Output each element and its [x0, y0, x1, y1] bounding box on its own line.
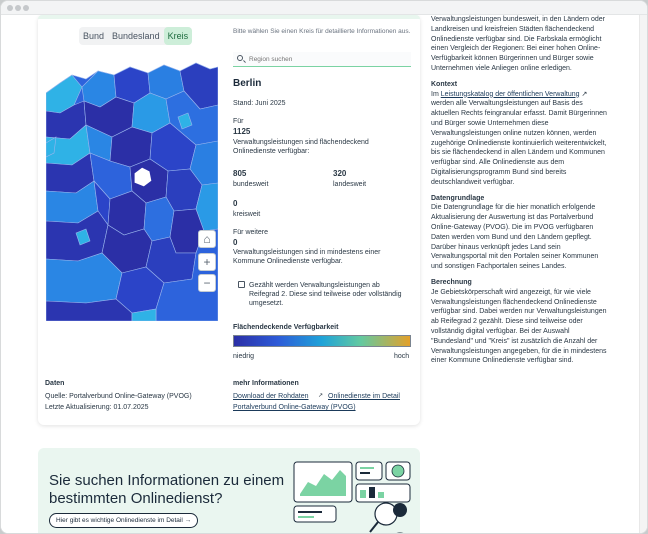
total-value: 1125: [233, 127, 251, 136]
legend-title: Flächendeckende Verfügbarkeit: [233, 324, 339, 331]
tab-bundesland[interactable]: Bundesland: [108, 27, 164, 45]
daten-updated: Letzte Aktualisierung: 01.07.2025: [45, 404, 149, 411]
download-rohdaten-link[interactable]: Download der Rohdaten: [233, 391, 309, 402]
landesweit-value: 320: [333, 169, 347, 178]
color-scale: [233, 335, 411, 347]
card-top-accent: [38, 15, 420, 19]
onlinedienste-detail-link[interactable]: Onlinedienste im Detail: [328, 391, 400, 402]
intro-text: Verwaltungsleistungen bundesweit, in den…: [431, 16, 605, 72]
minus-icon: −: [203, 276, 211, 290]
region-stand: Stand: Juni 2025: [233, 100, 286, 107]
map-card: Bund Bundesland Kreis ⌂ + − Bitte wählen…: [38, 15, 420, 425]
promo-title: Sie suchen Informationen zu einem bestim…: [49, 472, 285, 507]
window-dot-icon[interactable]: [23, 5, 29, 11]
daten-title: Daten: [45, 380, 65, 387]
select-hint: Bitte wählen Sie einen Kreis für detaill…: [233, 28, 411, 35]
datengrundlage-text: Die Datengrundlage für die hier monatlic…: [431, 204, 599, 271]
external-link-icon: ↗: [581, 90, 588, 98]
dashboard-illustration: [293, 461, 411, 533]
fuer-label: Für: [233, 118, 244, 125]
legend-low: niedrig: [233, 353, 255, 360]
more-title: mehr Informationen: [233, 380, 299, 387]
page-content: Bund Bundesland Kreis ⌂ + − Bitte wählen…: [1, 15, 641, 533]
weitere-desc: Verwaltungsleistungen sind in mindestens…: [233, 249, 381, 265]
datengrundlage-heading: Datengrundlage: [431, 194, 485, 202]
bundesweit-label: bundesweit: [233, 181, 269, 188]
kontext-heading: Kontext: [431, 80, 458, 88]
title-bar: [1, 1, 647, 15]
search-input[interactable]: [249, 54, 399, 65]
berechnung-heading: Berechnung: [431, 278, 472, 286]
map-zoom-in-button[interactable]: +: [198, 253, 216, 271]
home-icon: ⌂: [203, 232, 211, 246]
landesweit-label: landesweit: [333, 181, 367, 188]
scrollbar[interactable]: [639, 15, 647, 533]
district-map[interactable]: [46, 53, 218, 321]
kreisweit-label: kreisweit: [233, 211, 261, 218]
region-search[interactable]: [233, 52, 411, 67]
plus-icon: +: [203, 255, 211, 269]
region-title: Berlin: [233, 78, 262, 89]
reifegrad-note: Gezählt werden Verwaltungsleistungen ab …: [249, 282, 402, 307]
info-text-column: Verwaltungsleistungen bundesweit, in den…: [431, 15, 607, 366]
daten-source: Quelle: Portalverbund Online-Gateway (PV…: [45, 393, 192, 400]
legend-high: hoch: [394, 353, 410, 360]
window-dot-icon[interactable]: [15, 5, 21, 11]
kontext-text: Im Leistungskatalog der öffentlichen Ver…: [431, 90, 607, 186]
external-link-icon: ↗: [318, 393, 324, 399]
promo-button[interactable]: Hier gibt es wichtige Onlinedienste im D…: [49, 513, 199, 528]
map-svg: [46, 53, 218, 321]
map-home-button[interactable]: ⌂: [198, 230, 216, 248]
bundesweit-value: 805: [233, 169, 247, 178]
weitere-label: Für weitere: [233, 229, 269, 236]
region-level-switch: Bund Bundesland Kreis: [79, 27, 193, 45]
info-icon: [238, 281, 245, 288]
tab-kreis[interactable]: Kreis: [163, 27, 193, 45]
berechnung-text: Je Gebietskörperschaft wird angezeigt, f…: [431, 288, 607, 365]
onlinedienst-promo: Sie suchen Informationen zu einem bestim…: [38, 448, 420, 533]
map-zoom-out-button[interactable]: −: [198, 274, 216, 292]
browser-window: Bund Bundesland Kreis ⌂ + − Bitte wählen…: [0, 0, 648, 534]
leistungskatalog-link[interactable]: Leistungskatalog der öffentlichen Verwal…: [441, 91, 580, 98]
weitere-value: 0: [233, 238, 238, 247]
window-dot-icon[interactable]: [7, 5, 13, 11]
search-icon: [237, 55, 243, 61]
tab-bund[interactable]: Bund: [79, 27, 108, 45]
total-desc: Verwaltungsleistungen sind flächendecken…: [233, 139, 369, 155]
kreisweit-value: 0: [233, 199, 238, 208]
pvog-link[interactable]: Portalverbund Online-Gateway (PVOG): [233, 402, 356, 413]
